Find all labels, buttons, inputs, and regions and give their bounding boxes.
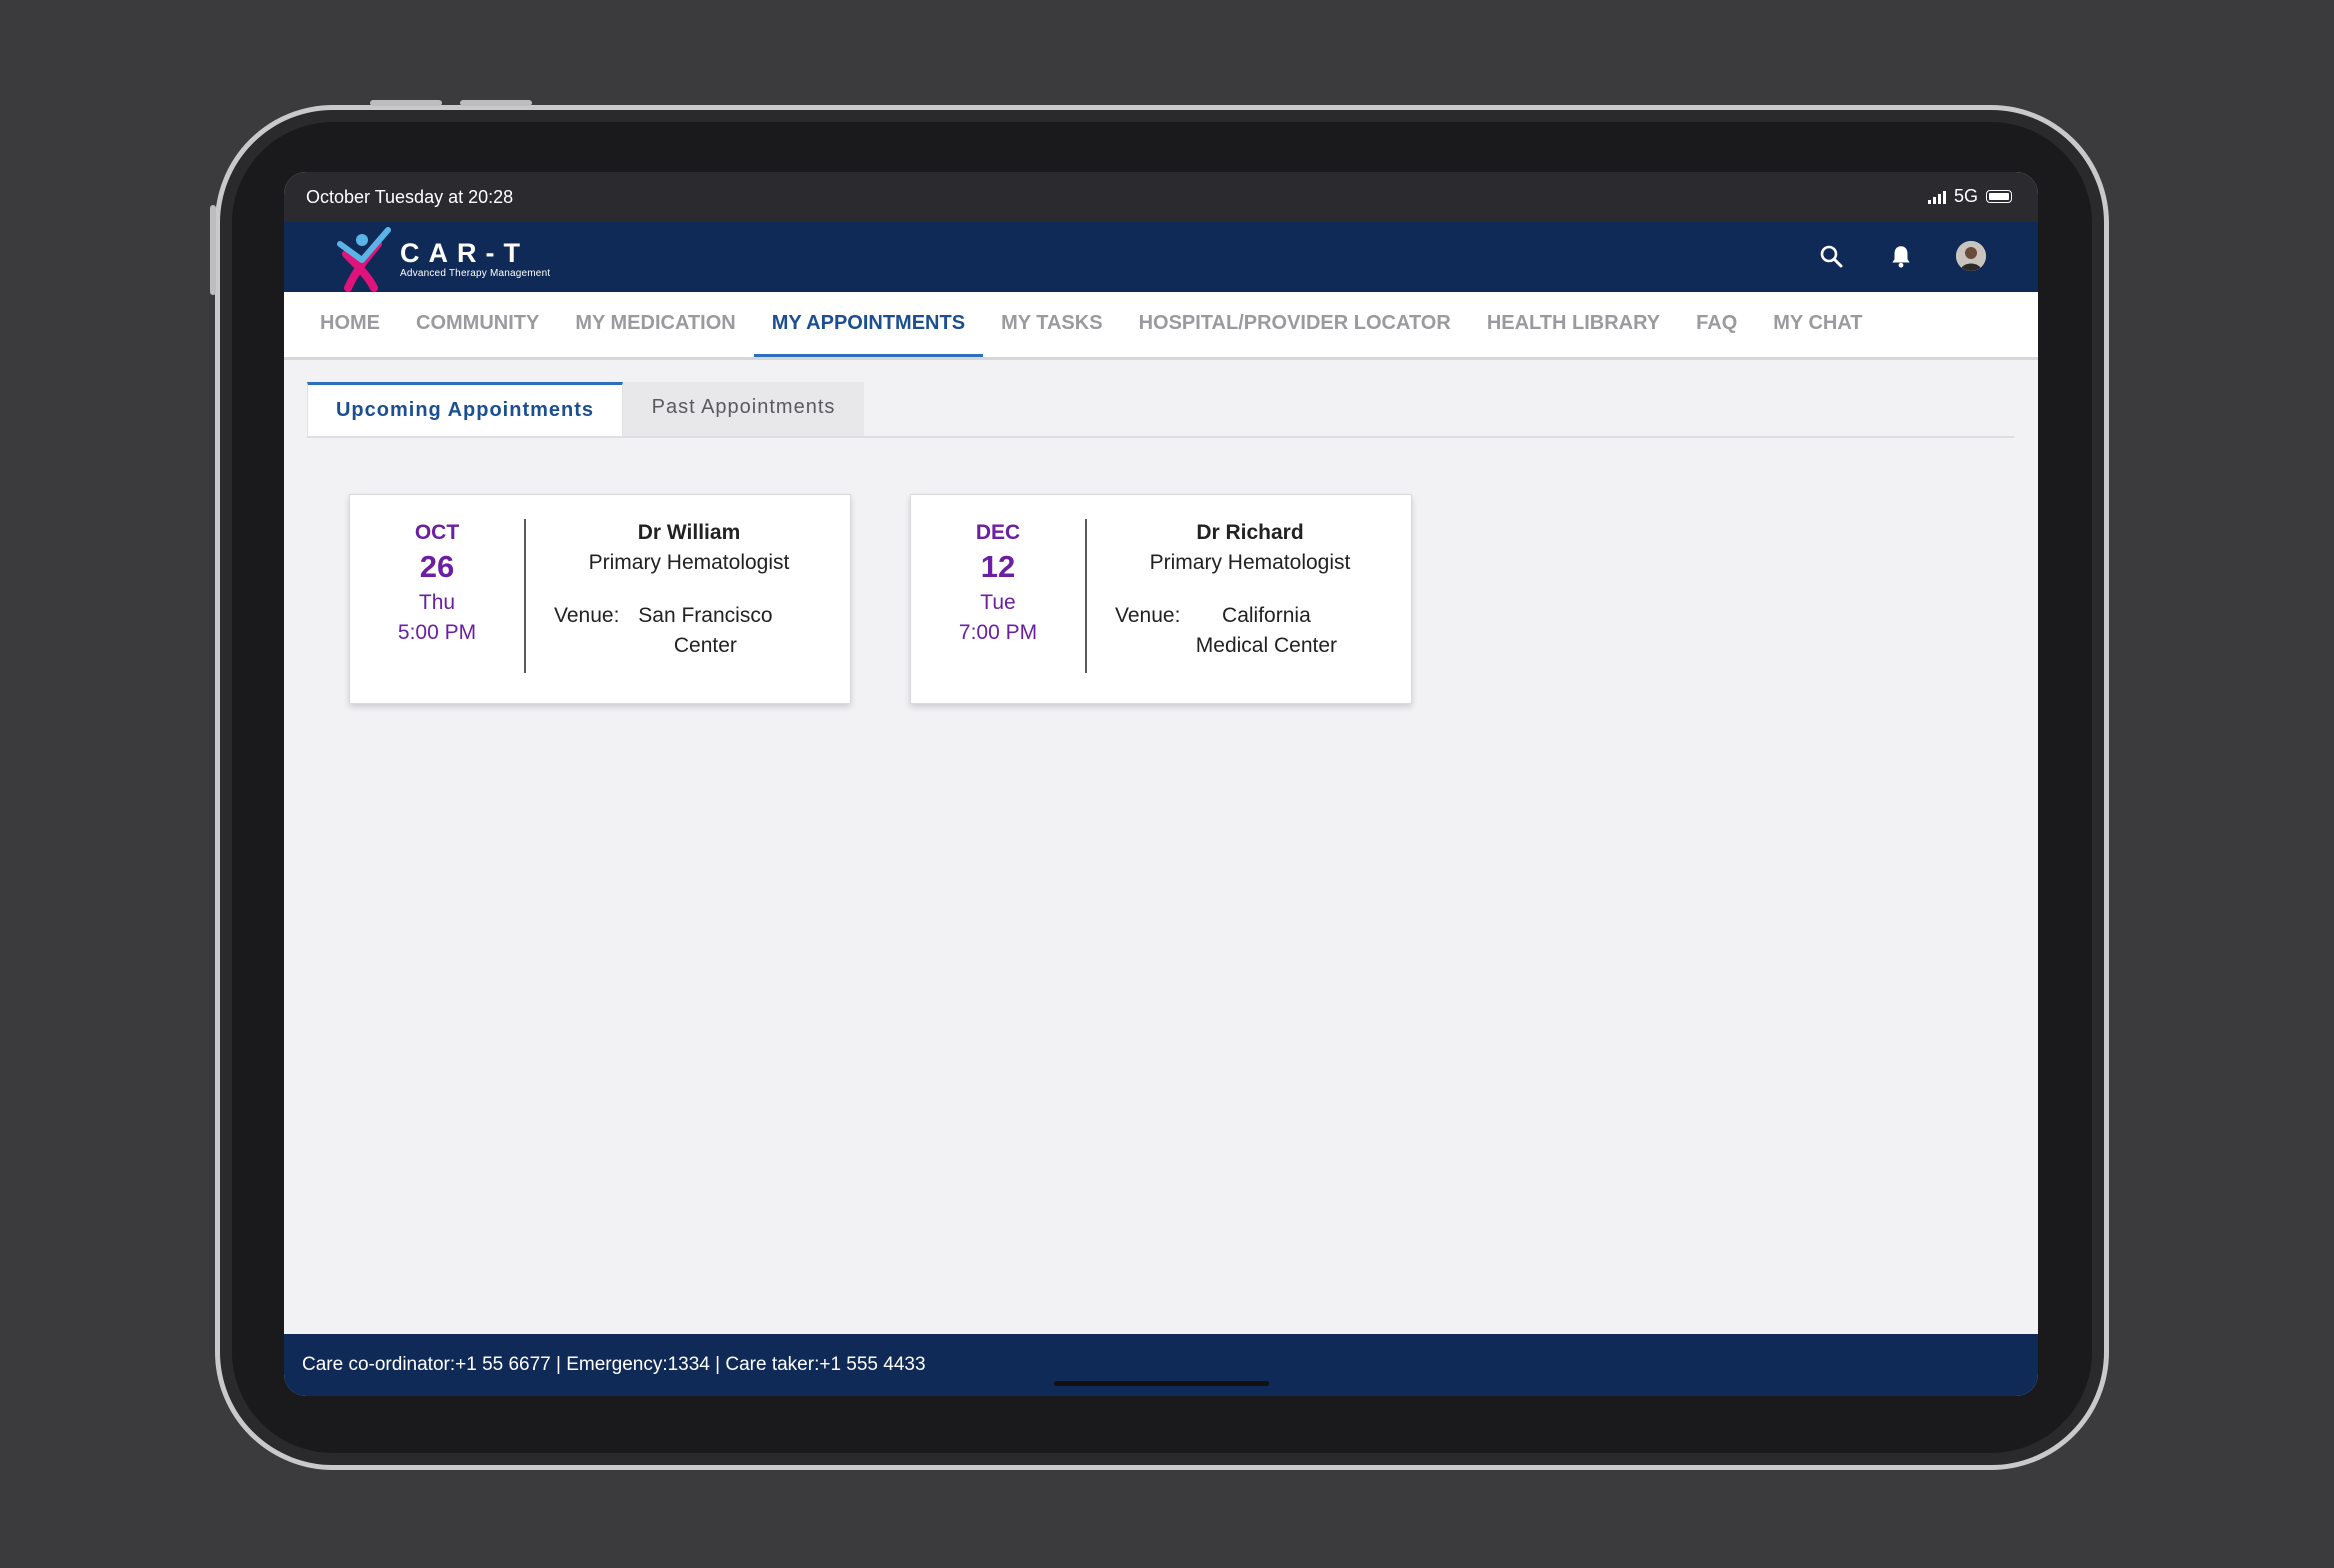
nav-community[interactable]: COMMUNITY [398,292,557,357]
appointment-date: DEC 12 Tue 7:00 PM [911,519,1087,673]
home-indicator[interactable] [1054,1381,1269,1386]
avatar-icon [1956,241,1986,271]
car-t-logo-icon [337,227,391,292]
appointment-time: 5:00 PM [397,621,477,644]
search-icon [1820,245,1843,268]
bell-icon [1892,246,1910,268]
appointment-month: DEC [975,521,1021,544]
appointment-weekday: Tue [980,591,1016,614]
tablet-top-button-2 [460,100,532,106]
appointment-time: 7:00 PM [958,621,1038,644]
tab-upcoming-appointments[interactable]: Upcoming Appointments [307,382,623,436]
appointment-card[interactable]: OCT 26 Thu 5:00 PM Dr William Primary He… [349,494,851,704]
logo-subtitle: Advanced Therapy Management [400,268,551,279]
doctor-role: Primary Hematologist [588,551,790,574]
battery-icon [1986,190,2012,203]
doctor-name: Dr William [637,521,741,544]
venue-value: San Francisco Center [638,604,773,657]
contact-footer: Care co-ordinator:+1 55 6677 | Emergency… [284,1334,2038,1396]
notifications-button[interactable] [1886,240,1916,272]
appointment-venue: Venue: California Medical Center [1087,601,1413,661]
appointment-card[interactable]: DEC 12 Tue 7:00 PM Dr Richard Primary He… [910,494,1412,704]
appointment-details: Dr Richard Primary Hematologist Venue: C… [1087,519,1413,661]
status-time: October Tuesday at 20:28 [306,187,514,207]
nav-my-appointments[interactable]: MY APPOINTMENTS [753,292,984,357]
nav-home[interactable]: HOME [302,292,398,357]
venue-label: Venue: [554,604,620,627]
doctor-name: Dr Richard [1196,521,1304,544]
nav-my-tasks[interactable]: MY TASKS [983,292,1121,357]
doctor-role: Primary Hematologist [1149,551,1351,574]
user-avatar[interactable] [1956,241,1986,271]
appointment-day: 12 [980,549,1016,584]
appointment-date: OCT 26 Thu 5:00 PM [350,519,526,673]
nav-my-medication[interactable]: MY MEDICATION [557,292,753,357]
venue-label: Venue: [1115,604,1181,627]
tablet-top-button-1 [370,100,442,106]
nav-hospital-provider-locator[interactable]: HOSPITAL/PROVIDER LOCATOR [1121,292,1469,357]
status-bar: October Tuesday at 20:28 5G [284,172,2038,222]
search-button[interactable] [1816,240,1846,272]
appointment-tabs: Upcoming Appointments Past Appointments [307,382,2014,438]
appointment-weekday: Thu [418,591,456,614]
appointment-details: Dr William Primary Hematologist Venue: S… [526,519,852,661]
venue-value: California Medical Center [1195,604,1338,657]
tablet-screen: October Tuesday at 20:28 5G CAR-T Advanc… [284,172,2038,1396]
network-label: 5G [1953,186,1978,206]
appointment-venue: Venue: San Francisco Center [526,601,852,661]
app-header: CAR-T Advanced Therapy Management [284,222,2038,292]
tab-past-appointments[interactable]: Past Appointments [623,382,864,436]
status-indicators: 5G [1927,186,2012,207]
logo-title: CAR-T [400,238,529,268]
appointment-month: OCT [414,521,460,544]
main-navigation: HOME COMMUNITY MY MEDICATION MY APPOINTM… [284,292,2038,360]
signal-icon [1927,190,1946,204]
app-logo[interactable]: CAR-T Advanced Therapy Management [334,226,550,292]
tablet-side-button [210,205,216,295]
nav-my-chat[interactable]: MY CHAT [1755,292,1880,357]
nav-health-library[interactable]: HEALTH LIBRARY [1469,292,1678,357]
contact-info: Care co-ordinator:+1 55 6677 | Emergency… [302,1354,926,1375]
nav-faq[interactable]: FAQ [1678,292,1755,357]
appointment-day: 26 [419,549,455,584]
